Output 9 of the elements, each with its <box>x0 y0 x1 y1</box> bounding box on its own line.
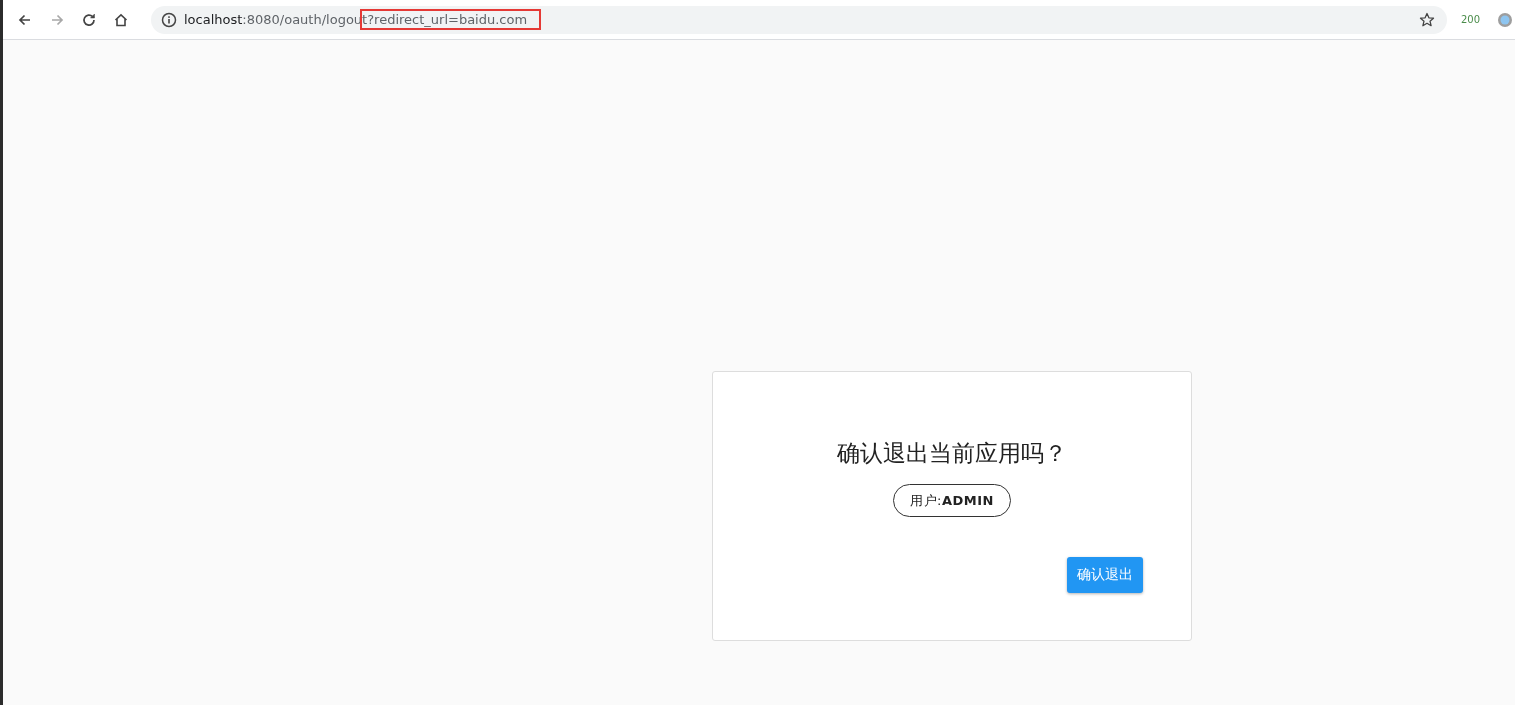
dialog-title: 确认退出当前应用吗？ <box>837 439 1067 468</box>
reload-icon[interactable] <box>81 11 97 28</box>
info-icon[interactable] <box>161 11 177 28</box>
status-code-text: 200 <box>1461 14 1481 25</box>
extension-icon[interactable] <box>1497 11 1514 28</box>
home-icon[interactable] <box>113 11 129 28</box>
url-host: localhost <box>184 12 243 27</box>
star-icon[interactable] <box>1419 11 1435 28</box>
highlighted-url-text: t?redirect_url=baidu.com <box>362 11 540 28</box>
